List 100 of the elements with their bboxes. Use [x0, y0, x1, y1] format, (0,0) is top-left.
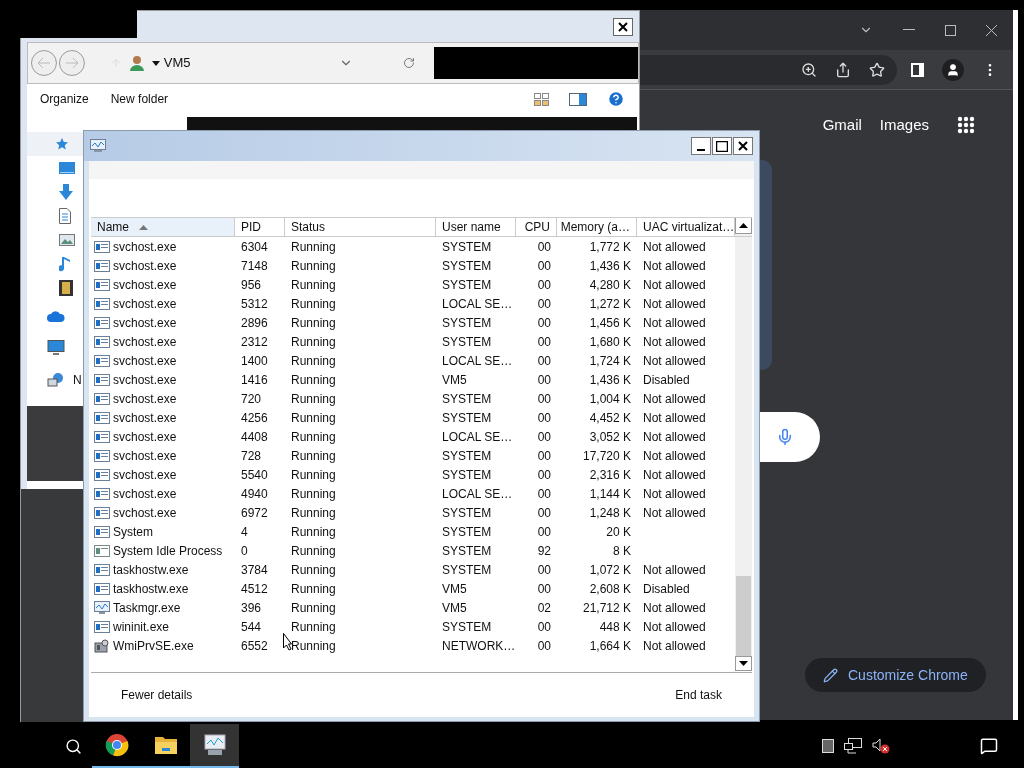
window-icon: [94, 486, 110, 501]
side-panel-icon[interactable]: [911, 62, 924, 77]
table-cell-text: 00: [537, 428, 551, 446]
table-cell-text: 21,712 K: [582, 599, 631, 617]
star-icon[interactable]: [55, 137, 69, 151]
table-cell-text: Not allowed: [643, 409, 706, 427]
computer-icon[interactable]: [47, 340, 65, 356]
command-button[interactable]: New folder: [110, 90, 169, 108]
table-cell-text: SYSTEM: [442, 447, 492, 465]
minimize-icon[interactable]: [903, 29, 915, 31]
scrollbar[interactable]: [735, 217, 752, 671]
table-cell-text: 0: [241, 542, 248, 560]
command-button[interactable]: Organize: [40, 90, 89, 108]
help-icon[interactable]: [607, 90, 625, 108]
maximize-button[interactable]: [712, 137, 732, 155]
table-cell-text: 00: [537, 466, 551, 484]
scroll-down-icon[interactable]: [735, 656, 752, 671]
table-cell-text: SYSTEM: [442, 238, 492, 256]
window-icon: [94, 315, 110, 330]
apps-grid-icon[interactable]: [957, 116, 975, 135]
table-cell-text: Not allowed: [643, 333, 706, 351]
table-cell-text: 6972: [241, 504, 268, 522]
dropdown-caret-icon[interactable]: [151, 60, 160, 66]
table-cell-text: 1,436 K: [589, 371, 631, 389]
table-cell-text: Not allowed: [643, 295, 706, 313]
document-icon[interactable]: [59, 208, 71, 224]
minimize-button[interactable]: [691, 137, 711, 155]
end-task-button[interactable]: End task: [675, 686, 722, 704]
window-icon: [94, 524, 110, 539]
music-note-icon[interactable]: [59, 256, 71, 272]
close-button[interactable]: [613, 17, 633, 36]
close-button[interactable]: [733, 137, 753, 155]
table-cell-text: Not allowed: [643, 352, 706, 370]
film-icon[interactable]: [59, 280, 73, 296]
picture-icon[interactable]: [59, 234, 75, 246]
header-link[interactable]: Gmail: [822, 114, 862, 137]
table-cell-text: 720: [241, 390, 262, 408]
table-cell-text: SYSTEM: [442, 618, 492, 636]
address-bar[interactable]: [640, 54, 897, 85]
table-cell-text: LOCAL SE…: [442, 428, 513, 446]
table-cell-text: WmiPrvSE.exe: [113, 637, 194, 655]
pencil-icon: [823, 667, 838, 683]
network-icon[interactable]: [844, 738, 862, 754]
close-icon: [618, 21, 628, 32]
preview-pane-icon[interactable]: [569, 92, 587, 106]
square-icon[interactable]: [822, 739, 834, 753]
window-icon: [94, 619, 110, 634]
table-cell-text: Not allowed: [643, 257, 706, 275]
table-cell-text: svchost.exe: [113, 257, 177, 275]
table-cell-text: Running: [291, 390, 336, 408]
window-icon: [94, 410, 110, 425]
table-cell-text: Not allowed: [643, 485, 706, 503]
table-cell-text: Running: [291, 314, 336, 332]
table-cell-text: 00: [537, 523, 551, 541]
column-header[interactable]: Name: [91, 218, 235, 236]
table-cell-text: Running: [291, 523, 336, 541]
taskbar-button[interactable]: [190, 724, 239, 768]
table-cell-text: 728: [241, 447, 262, 465]
table-cell-text: Running: [291, 637, 336, 655]
table-cell-text: svchost.exe: [113, 352, 177, 370]
window-icon: [94, 334, 110, 349]
nav-label[interactable]: N: [73, 371, 82, 389]
table-cell-text: wininit.exe: [113, 618, 170, 636]
voice-search-button[interactable]: [760, 412, 820, 462]
table-cell-text: 2312: [241, 333, 268, 351]
fewer-details-button[interactable]: Fewer details: [121, 686, 193, 704]
table-cell-text: Running: [291, 371, 336, 389]
table-cell-text: Running: [291, 618, 336, 636]
table-cell-text: Not allowed: [643, 447, 706, 465]
maximize-icon[interactable]: [945, 24, 956, 36]
header-link[interactable]: Images: [879, 114, 929, 137]
table-cell-text: 00: [537, 314, 551, 332]
zoom-icon[interactable]: [801, 61, 817, 78]
muted-speaker-icon[interactable]: [872, 738, 890, 754]
table-cell-text: Not allowed: [643, 599, 706, 617]
cloud-icon[interactable]: [47, 310, 65, 322]
table-cell-text: svchost.exe: [113, 428, 177, 446]
table-cell-text: Running: [291, 276, 336, 294]
table-cell-text: 1,248 K: [589, 504, 631, 522]
table-cell-text: 8 K: [613, 542, 631, 560]
notification-icon[interactable]: [980, 737, 998, 755]
refresh-icon[interactable]: [402, 57, 415, 69]
table-cell-text: 4408: [241, 428, 268, 446]
scroll-thumb[interactable]: [736, 576, 751, 656]
table-cell-text: svchost.exe: [113, 238, 177, 256]
view-icon[interactable]: [534, 92, 549, 106]
customize-button[interactable]: Customize Chrome: [805, 658, 986, 692]
table-cell-text: Running: [291, 542, 336, 560]
window-icon: [94, 239, 110, 254]
avatar-icon[interactable]: [942, 58, 964, 81]
table-cell-text: Not allowed: [643, 276, 706, 294]
star-icon[interactable]: [869, 61, 885, 78]
table-cell-text: Not allowed: [643, 618, 706, 636]
search-icon[interactable]: [65, 737, 82, 755]
close-icon[interactable]: [986, 24, 997, 36]
table-cell-text: SYSTEM: [442, 466, 492, 484]
table-cell-text: svchost.exe: [113, 295, 177, 313]
folder-icon: [153, 735, 178, 755]
share-icon[interactable]: [835, 61, 851, 78]
download-icon[interactable]: [59, 184, 73, 200]
